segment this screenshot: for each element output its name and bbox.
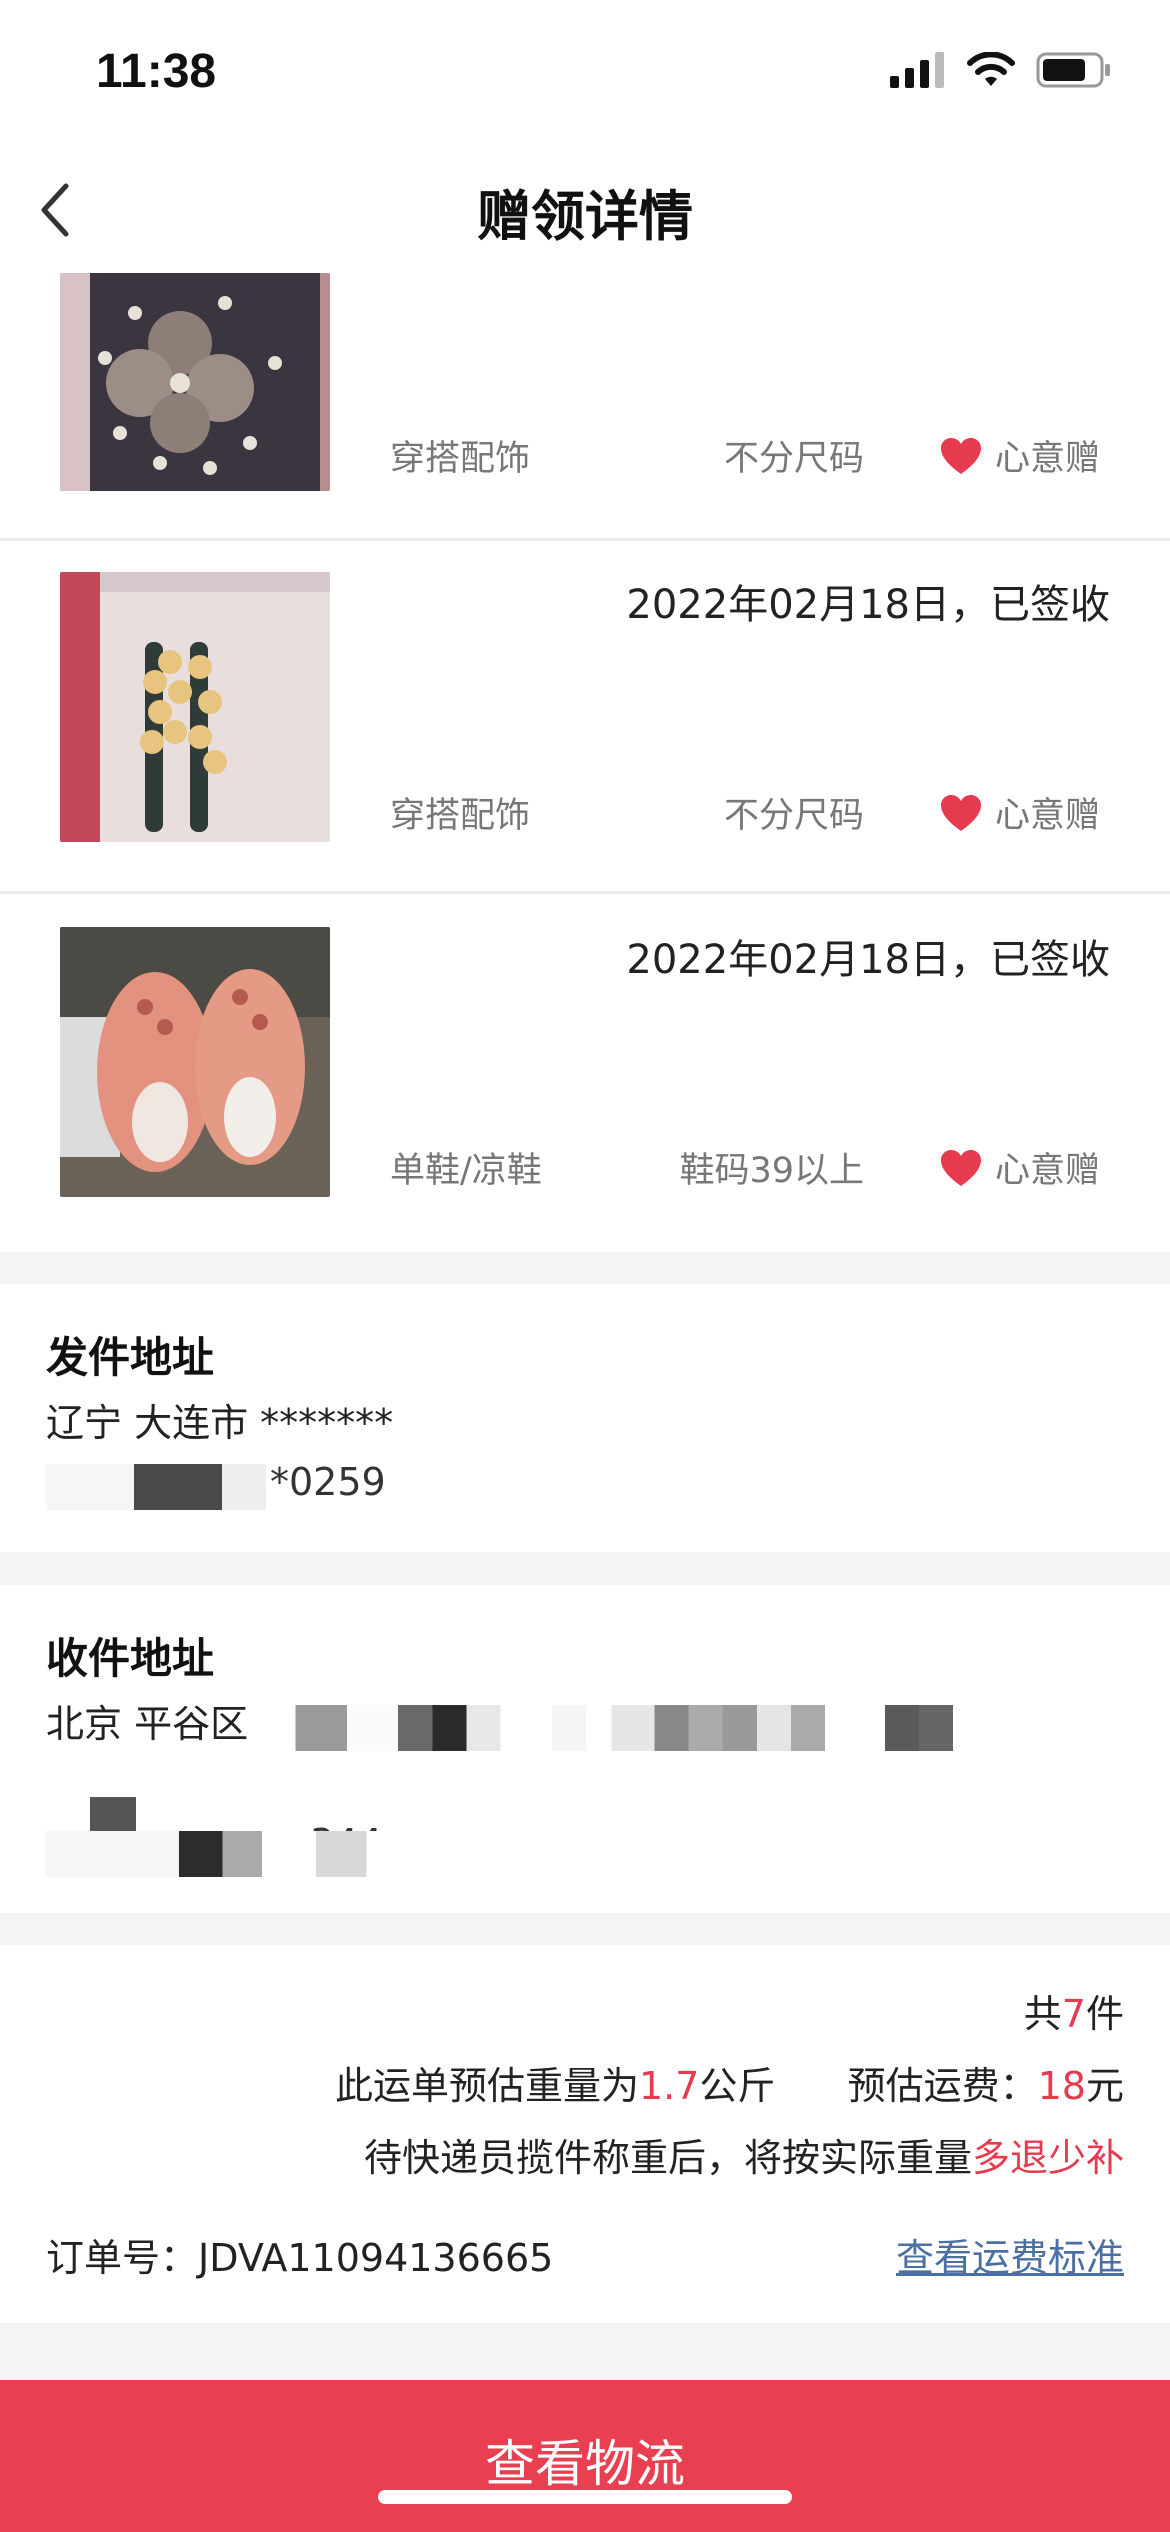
- weight-note: 待快递员揽件称重后，将按实际重量多退少补: [364, 2127, 1124, 2182]
- order-number: 订单号：JDVA11094136665: [46, 2227, 553, 2282]
- sender-address-section: 发件地址 辽宁 大连市 ******* *0259: [0, 1284, 1170, 1552]
- gift-item[interactable]: 穿搭配饰 不分尺码 心意赠: [0, 270, 1170, 538]
- weight-prefix: 此运单预估重量为: [334, 2064, 639, 2108]
- receiver-address-section: 收件地址 北京 平谷区 344: [0, 1585, 1170, 1913]
- item-thumbnail-pearl-hairpin[interactable]: [60, 572, 330, 842]
- wifi-icon: [967, 52, 1015, 86]
- item-date: 2022年02月18日，已签收: [626, 582, 1110, 628]
- redacted-block: [46, 1464, 266, 1510]
- gift-item[interactable]: 2022年02月18日，已签收 单鞋/凉鞋 鞋码39以上 心意赠: [0, 894, 1170, 1252]
- gift-label: 心意赠: [994, 439, 1100, 479]
- gift-item[interactable]: 2022年02月18日，已签收 穿搭配饰 不分尺码 心意赠: [0, 541, 1170, 891]
- cellular-signal-icon: [890, 52, 944, 88]
- fee-unit: 元: [1085, 2064, 1124, 2108]
- weight-value: 1.7: [638, 2064, 700, 2108]
- gift-label: 心意赠: [994, 796, 1100, 836]
- count-value: 7: [1061, 1992, 1086, 2036]
- weight-fee-line: 此运单预估重量为1.7公斤 预估运费：18元: [335, 2055, 1124, 2110]
- sender-title: 发件地址: [46, 1333, 215, 1382]
- weight-unit: 公斤: [699, 2064, 776, 2108]
- status-bar: 11:38: [0, 0, 1170, 150]
- fee-value: 18: [1037, 2064, 1086, 2108]
- item-thumbnail-hair-clip[interactable]: [60, 273, 330, 491]
- count-suffix: 件: [1085, 1992, 1124, 2036]
- page: { "status_bar": {"time": "11:38"}, "nav"…: [0, 0, 1170, 2532]
- item-date: 2022年02月18日，已签收: [626, 937, 1110, 983]
- item-size: 不分尺码: [723, 439, 864, 479]
- order-value: JDVA11094136665: [198, 2236, 554, 2280]
- heart-icon: [940, 437, 981, 474]
- item-category: 穿搭配饰: [390, 439, 531, 479]
- note-prefix: 待快递员揽件称重后，将按实际重量: [363, 2136, 972, 2180]
- status-time: 11:38: [96, 45, 217, 98]
- note-highlight: 多退少补: [971, 2136, 1124, 2180]
- page-title: 赠领详情: [477, 185, 693, 248]
- shipping-fee-standard-link[interactable]: 查看运费标准: [896, 2227, 1124, 2282]
- battery-icon: [1036, 52, 1110, 88]
- fee-prefix: 预估运费：: [847, 2064, 1038, 2108]
- redacted-block: [270, 1705, 1124, 1751]
- receiver-address-line: 北京 平谷区: [46, 1702, 249, 1746]
- shipping-summary: 共7件 此运单预估重量为1.7公斤 预估运费：18元 待快递员揽件称重后，将按实…: [0, 1945, 1170, 2323]
- heart-icon: [940, 1149, 981, 1186]
- item-size: 不分尺码: [723, 796, 864, 836]
- sender-phone-line: *0259: [270, 1460, 386, 1504]
- count-prefix: 共: [1023, 1992, 1062, 2036]
- item-category: 单鞋/凉鞋: [390, 1151, 542, 1191]
- heart-icon: [940, 794, 981, 831]
- gift-type: 心意赠: [939, 430, 1100, 481]
- nav-bar: 赠领详情: [0, 150, 1170, 270]
- item-size: 鞋码39以上: [679, 1151, 864, 1191]
- gift-label: 心意赠: [994, 1151, 1100, 1191]
- item-category: 穿搭配饰: [390, 796, 531, 836]
- item-thumbnail-shoes[interactable]: [60, 927, 330, 1197]
- item-count: 共7件: [1024, 1983, 1124, 2038]
- order-label: 订单号：: [46, 2236, 199, 2280]
- sender-address-line: 辽宁 大连市 *******: [46, 1401, 394, 1445]
- receiver-title: 收件地址: [46, 1634, 215, 1683]
- home-indicator: [378, 2490, 792, 2504]
- redacted-block: [46, 1831, 406, 1877]
- status-icons: [890, 52, 1112, 88]
- gift-type: 心意赠: [939, 787, 1100, 838]
- view-logistics-button[interactable]: 查看物流: [0, 2380, 1170, 2532]
- gift-type: 心意赠: [939, 1142, 1100, 1193]
